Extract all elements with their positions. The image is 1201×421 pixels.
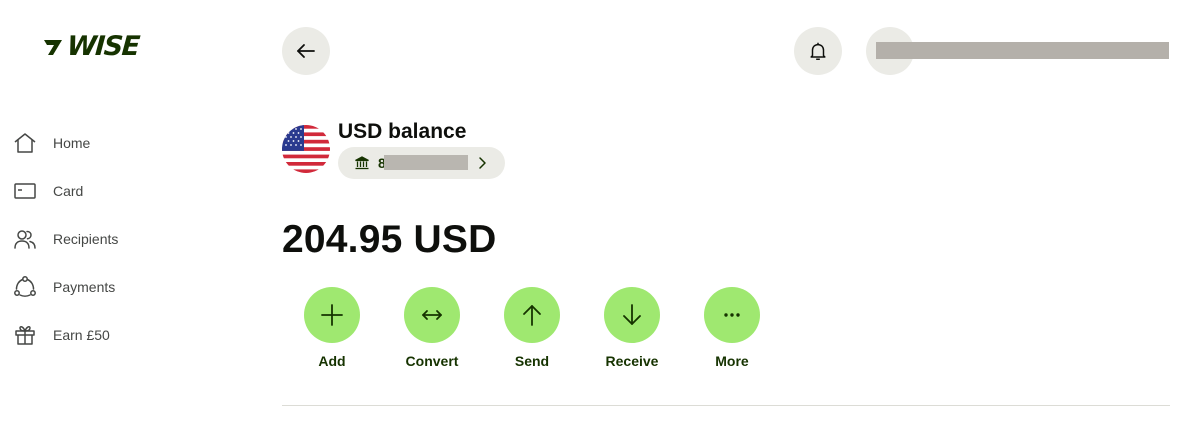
plus-icon [321, 304, 343, 326]
home-icon [14, 133, 36, 153]
more-button[interactable] [704, 287, 760, 343]
sidebar-item-label: Home [53, 135, 91, 151]
add-button[interactable] [304, 287, 360, 343]
sidebar-item-label: Recipients [53, 231, 119, 247]
balance-amount: 204.95 USD [282, 218, 497, 261]
arrow-up-icon [523, 305, 541, 326]
gift-icon [15, 326, 35, 345]
send-label[interactable]: Send [515, 353, 549, 369]
payments-icon [14, 276, 36, 297]
receive-button[interactable] [604, 287, 660, 343]
arrow-left-icon [297, 44, 315, 58]
sidebar-item-recipients[interactable]: Recipients [13, 215, 243, 263]
sidebar-item-label: Card [53, 183, 84, 199]
wise-flag-icon [44, 39, 62, 55]
more-icon [724, 313, 740, 317]
wise-logo[interactable]: WISE [40, 31, 140, 62]
action-more[interactable]: More [682, 287, 782, 369]
logo-text: WISE [65, 31, 140, 62]
bank-icon [355, 156, 369, 170]
convert-icon [422, 310, 442, 320]
sidebar-item-label: Earn £50 [53, 327, 110, 343]
balance-title: USD balance [338, 120, 467, 143]
sidebar-item-label: Payments [53, 279, 116, 295]
section-divider [282, 405, 1170, 406]
sidebar-item-home[interactable]: Home [13, 119, 243, 167]
us-flag-icon [282, 125, 330, 173]
redacted-account-number [384, 155, 468, 170]
recipients-icon [14, 230, 36, 249]
convert-label[interactable]: Convert [406, 353, 459, 369]
action-convert[interactable]: Convert [382, 287, 482, 369]
chevron-right-icon [479, 157, 486, 169]
card-icon [14, 183, 36, 199]
sidebar-item-payments[interactable]: Payments [13, 263, 243, 311]
sidebar-item-card[interactable]: Card [13, 167, 243, 215]
receive-label[interactable]: Receive [606, 353, 659, 369]
redacted-account-name [876, 42, 1169, 59]
action-add[interactable]: Add [282, 287, 382, 369]
action-send[interactable]: Send [482, 287, 582, 369]
sidebar-nav: Home Card Recipients Payments Earn £50 [13, 119, 243, 359]
back-button[interactable] [282, 27, 330, 75]
convert-button[interactable] [404, 287, 460, 343]
more-label[interactable]: More [715, 353, 748, 369]
account-details-button[interactable]: 85 [338, 147, 505, 179]
notifications-button[interactable] [794, 27, 842, 75]
arrow-down-icon [623, 304, 641, 325]
action-receive[interactable]: Receive [582, 287, 682, 369]
sidebar-item-earn[interactable]: Earn £50 [13, 311, 243, 359]
send-button[interactable] [504, 287, 560, 343]
add-label[interactable]: Add [318, 353, 345, 369]
bell-icon [810, 42, 826, 60]
